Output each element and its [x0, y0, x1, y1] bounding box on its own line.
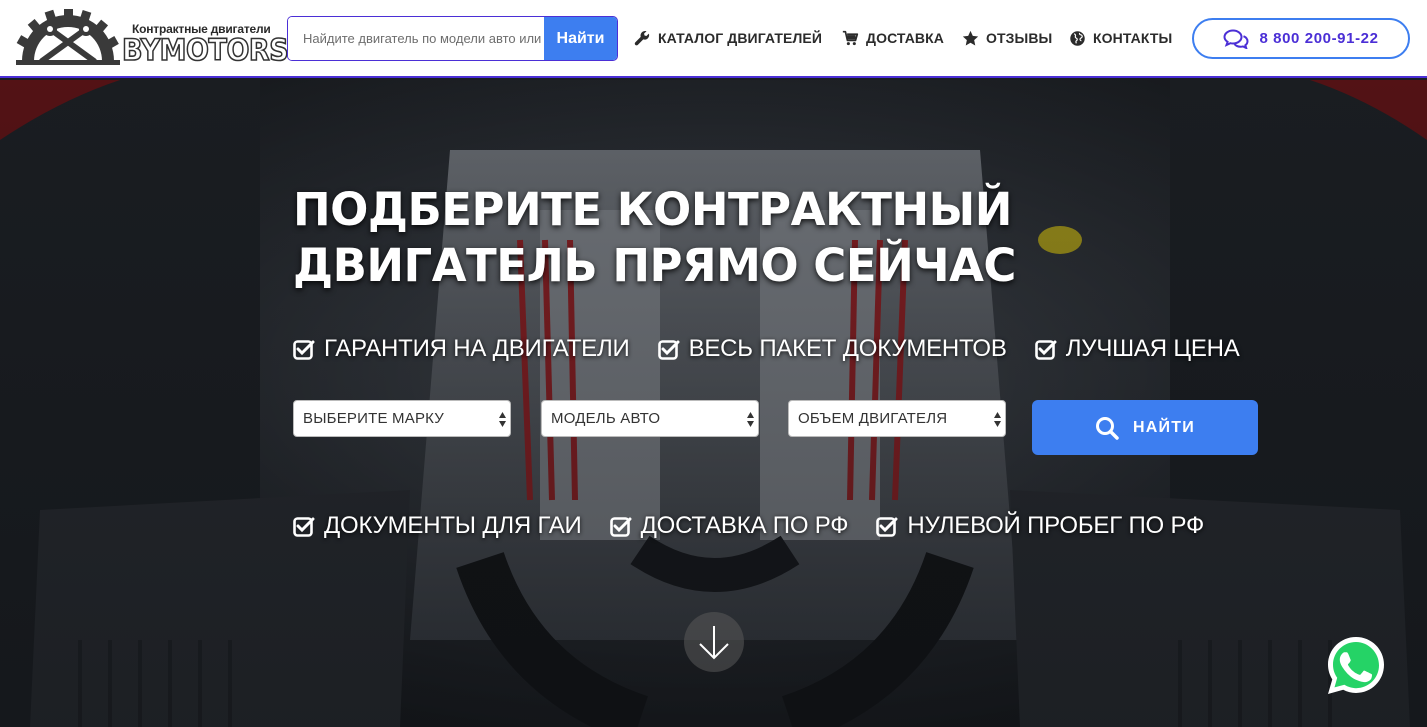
feature-label: ЛУЧШАЯ ЦЕНА	[1065, 335, 1240, 362]
nav-delivery[interactable]: ДОСТАВКА	[842, 28, 944, 48]
feature-item: ДОКУМЕНТЫ ДЛЯ ГАИ	[293, 512, 582, 540]
arrow-down-icon	[699, 626, 729, 660]
brand-select-value: ВЫБЕРИТЕ МАРКУ	[303, 410, 444, 427]
nav-reviews[interactable]: ОТЗЫВЫ	[962, 28, 1052, 48]
volume-select[interactable]: ОБЪЕМ ДВИГАТЕЛЯ	[788, 400, 1006, 437]
nav-reviews-label: ОТЗЫВЫ	[986, 30, 1053, 46]
select-arrows-icon	[499, 412, 506, 427]
feature-item: НУЛЕВОЙ ПРОБЕГ ПО РФ	[876, 512, 1204, 540]
nav-contacts[interactable]: КОНТАКТЫ	[1069, 28, 1172, 48]
search-button[interactable]: Найти	[544, 17, 617, 60]
nav-delivery-label: ДОСТАВКА	[866, 30, 944, 46]
hero-section: ПОДБЕРИТЕ КОНТРАКТНЫЙ ДВИГАТЕЛЬ ПРЯМО СЕ…	[0, 80, 1427, 727]
feature-label: ВЕСЬ ПАКЕТ ДОКУМЕНТОВ	[688, 335, 1007, 362]
site-header: Контрактные двигатели BYMOTORS Найти КАТ…	[0, 0, 1427, 78]
checkbox-icon	[1034, 340, 1057, 360]
hero-title-line-1: ПОДБЕРИТЕ КОНТРАКТНЫЙ	[293, 183, 1012, 236]
globe-icon	[1070, 30, 1085, 46]
checkbox-icon	[293, 340, 315, 360]
checkbox-icon	[293, 517, 315, 537]
site-logo[interactable]: Контрактные двигатели BYMOTORS	[16, 9, 289, 68]
find-button-label: НАЙТИ	[1133, 418, 1195, 436]
brand-select[interactable]: ВЫБЕРИТЕ МАРКУ	[293, 400, 511, 437]
feature-label: ГАРАНТИЯ НА ДВИГАТЕЛИ	[324, 335, 630, 362]
whatsapp-icon[interactable]	[1324, 634, 1388, 698]
checkbox-icon	[609, 517, 632, 537]
select-arrows-icon	[747, 412, 754, 427]
search-icon	[1096, 416, 1119, 440]
features-top: ГАРАНТИЯ НА ДВИГАТЕЛИ ВЕСЬ ПАКЕТ ДОКУМЕН…	[293, 335, 1240, 363]
gear-logo-icon	[16, 9, 120, 65]
nav-catalog-label: КАТАЛОГ ДВИГАТЕЛЕЙ	[658, 30, 822, 46]
cart-icon	[842, 30, 859, 45]
feature-item: ЛУЧШАЯ ЦЕНА	[1034, 335, 1240, 363]
search-input[interactable]	[288, 17, 544, 60]
phone-number: 8 800 200-91-22	[1259, 30, 1379, 47]
wrench-icon	[634, 30, 650, 45]
feature-item: ДОСТАВКА ПО РФ	[609, 512, 849, 540]
model-select-value: МОДЕЛЬ АВТО	[551, 410, 661, 427]
header-search: Найти	[287, 16, 618, 61]
hero-title: ПОДБЕРИТЕ КОНТРАКТНЫЙ ДВИГАТЕЛЬ ПРЯМО СЕ…	[293, 182, 1193, 294]
nav-catalog[interactable]: КАТАЛОГ ДВИГАТЕЛЕЙ	[634, 28, 822, 48]
scroll-down-button[interactable]	[684, 612, 744, 672]
star-icon	[962, 30, 979, 45]
model-select[interactable]: МОДЕЛЬ АВТО	[541, 400, 759, 437]
hero-title-line-2: ДВИГАТЕЛЬ ПРЯМО СЕЙЧАС	[293, 239, 1016, 292]
feature-label: НУЛЕВОЙ ПРОБЕГ ПО РФ	[907, 512, 1205, 539]
volume-select-value: ОБЪЕМ ДВИГАТЕЛЯ	[798, 410, 948, 427]
chat-icon	[1223, 28, 1249, 49]
feature-label: ДОКУМЕНТЫ ДЛЯ ГАИ	[324, 512, 582, 539]
nav-contacts-label: КОНТАКТЫ	[1093, 30, 1173, 46]
phone-button[interactable]: 8 800 200-91-22	[1192, 18, 1410, 59]
logo-wordmark: BYMOTORS	[121, 32, 289, 68]
checkbox-icon	[657, 340, 680, 360]
features-bottom: ДОКУМЕНТЫ ДЛЯ ГАИ ДОСТАВКА ПО РФ НУЛЕВОЙ…	[293, 512, 1204, 540]
find-engine-button[interactable]: НАЙТИ	[1032, 400, 1258, 455]
checkbox-icon	[876, 517, 898, 537]
feature-item: ВЕСЬ ПАКЕТ ДОКУМЕНТОВ	[657, 335, 1007, 363]
select-arrows-icon	[994, 412, 1001, 427]
feature-label: ДОСТАВКА ПО РФ	[640, 512, 849, 539]
feature-item: ГАРАНТИЯ НА ДВИГАТЕЛИ	[293, 335, 630, 363]
